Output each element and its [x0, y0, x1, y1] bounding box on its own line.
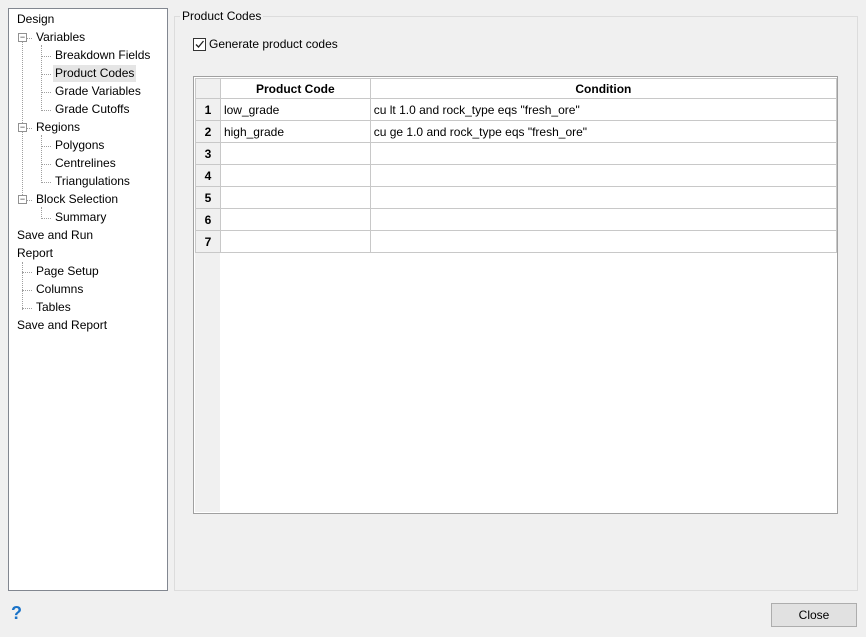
tree-item-grade-cutoffs[interactable]: Grade Cutoffs	[53, 101, 131, 118]
row-header[interactable]: 2	[195, 120, 221, 143]
tree-item-summary[interactable]: Summary	[53, 209, 108, 226]
tree-item-regions[interactable]: Regions	[34, 119, 82, 136]
table-row: 1 low_grade cu lt 1.0 and rock_type eqs "f…	[195, 98, 838, 121]
navigation-tree[interactable]: Design − Variables Breakdown Fields Product …	[8, 8, 168, 591]
row-header[interactable]: 5	[195, 186, 221, 209]
product-code-cell[interactable]	[219, 164, 371, 187]
table-row: 3	[195, 142, 838, 165]
table-row: 4	[195, 164, 838, 187]
product-codes-grid[interactable]: Product Code Condition 1 low_grade cu lt 1…	[193, 76, 838, 514]
product-code-cell[interactable]	[219, 142, 371, 165]
tree-item-save-and-report[interactable]: Save and Report	[15, 317, 109, 334]
group-title: Product Codes	[180, 9, 264, 23]
close-button[interactable]: Close	[771, 603, 857, 627]
tree-item-breakdown-fields[interactable]: Breakdown Fields	[53, 47, 152, 64]
table-row: 6	[195, 208, 838, 231]
collapse-icon[interactable]: −	[18, 123, 27, 132]
tree-item-product-codes[interactable]: Product Codes	[53, 65, 137, 82]
tree-item-tables[interactable]: Tables	[34, 299, 73, 316]
row-header[interactable]: 7	[195, 230, 221, 253]
table-row: 2 high_grade cu ge 1.0 and rock_type eqs "…	[195, 120, 838, 143]
row-header[interactable]: 4	[195, 164, 221, 187]
tree-item-save-and-run[interactable]: Save and Run	[15, 227, 95, 244]
tree-item-variables[interactable]: Variables	[34, 29, 87, 46]
product-code-cell[interactable]	[219, 230, 371, 253]
corner-cell	[195, 78, 221, 99]
checkmark-icon	[195, 40, 204, 48]
condition-cell[interactable]: cu ge 1.0 and rock_type eqs "fresh_ore"	[369, 120, 838, 143]
collapse-icon[interactable]: −	[18, 195, 27, 204]
tree-item-columns[interactable]: Columns	[34, 281, 85, 298]
condition-cell[interactable]	[369, 142, 838, 165]
tree-item-grade-variables[interactable]: Grade Variables	[53, 83, 143, 100]
row-header[interactable]: 6	[195, 208, 221, 231]
row-header[interactable]: 3	[195, 142, 221, 165]
product-code-cell[interactable]	[219, 208, 371, 231]
product-code-cell[interactable]: high_grade	[219, 120, 371, 143]
tree-item-triangulations[interactable]: Triangulations	[53, 173, 132, 190]
column-header-product-code[interactable]: Product Code	[219, 78, 371, 99]
tree-item-report[interactable]: Report	[15, 245, 55, 262]
tree-item-page-setup[interactable]: Page Setup	[34, 263, 101, 280]
tree-item-design[interactable]: Design	[15, 11, 56, 28]
product-code-cell[interactable]: low_grade	[219, 98, 371, 121]
condition-cell[interactable]	[369, 164, 838, 187]
generate-product-codes-label[interactable]: Generate product codes	[209, 37, 338, 52]
table-row: 7	[195, 230, 838, 253]
product-code-cell[interactable]	[219, 186, 371, 209]
tree-item-block-selection[interactable]: Block Selection	[34, 191, 120, 208]
table-row: 5	[195, 186, 838, 209]
tree-item-centrelines[interactable]: Centrelines	[53, 155, 118, 172]
condition-cell[interactable]: cu lt 1.0 and rock_type eqs "fresh_ore"	[369, 98, 838, 121]
condition-cell[interactable]	[369, 186, 838, 209]
collapse-icon[interactable]: −	[18, 33, 27, 42]
column-header-condition[interactable]: Condition	[369, 78, 838, 99]
row-header[interactable]: 1	[195, 98, 221, 121]
condition-cell[interactable]	[369, 230, 838, 253]
tree-item-polygons[interactable]: Polygons	[53, 137, 106, 154]
generate-product-codes-checkbox[interactable]	[193, 38, 206, 51]
condition-cell[interactable]	[369, 208, 838, 231]
help-icon[interactable]: ?	[11, 603, 22, 624]
